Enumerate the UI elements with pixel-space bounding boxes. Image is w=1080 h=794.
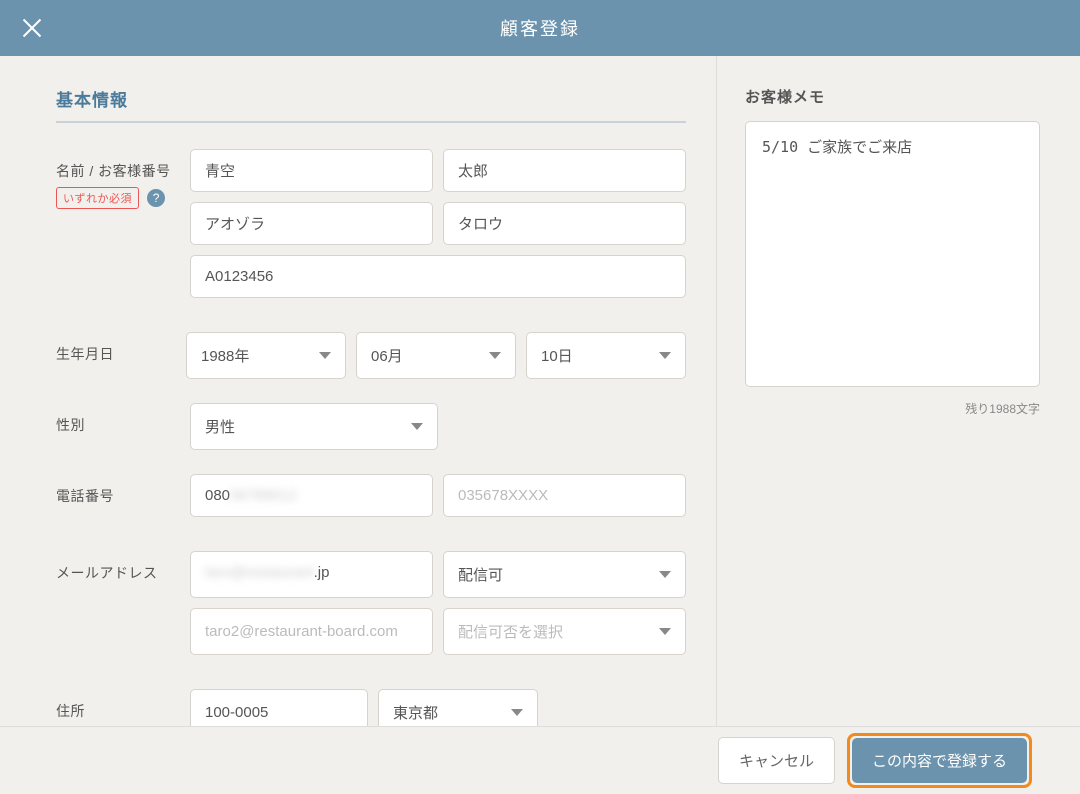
delivery1-value: 配信可 <box>458 564 503 585</box>
select-prefecture[interactable]: 東京都 <box>378 689 538 726</box>
close-icon[interactable] <box>20 16 44 40</box>
label-birthdate: 生年月日 <box>56 332 186 379</box>
right-panel: お客様メモ 残り1988文字 <box>716 56 1080 726</box>
caret-down-icon <box>319 352 331 359</box>
email1-blurred: taro@restaurant <box>205 564 314 581</box>
email1-suffix: .jp <box>314 564 330 581</box>
row-gender: 性別 男性 <box>56 403 686 450</box>
birth-day-value: 10日 <box>541 345 573 366</box>
input-last-kana[interactable] <box>190 202 433 245</box>
pref-value: 東京都 <box>393 702 438 723</box>
input-postal[interactable] <box>190 689 368 726</box>
phone-mobile-blurred: 06789012 <box>230 487 297 504</box>
select-birth-day[interactable]: 10日 <box>526 332 686 379</box>
caret-down-icon <box>659 628 671 635</box>
memo-textarea[interactable] <box>745 121 1040 387</box>
submit-button[interactable]: この内容で登録する <box>852 738 1027 783</box>
gender-value: 男性 <box>205 416 235 437</box>
delivery2-ph: 配信可否を選択 <box>458 621 563 642</box>
row-email: メールアドレス taro@restaurant.jp 配信可 配信可否を選択 <box>56 551 686 665</box>
label-address: 住所 <box>56 689 190 726</box>
birth-month-value: 06月 <box>371 345 403 366</box>
row-name: 名前 / お客様番号 いずれか必須 ? <box>56 149 686 308</box>
cancel-button[interactable]: キャンセル <box>718 737 835 784</box>
select-birth-month[interactable]: 06月 <box>356 332 516 379</box>
modal-header: 顧客登録 <box>0 0 1080 56</box>
label-phone: 電話番号 <box>56 474 190 527</box>
content-area: 基本情報 名前 / お客様番号 いずれか必須 ? <box>0 56 1080 726</box>
help-icon[interactable]: ? <box>147 189 165 207</box>
required-badge: いずれか必須 <box>56 187 139 209</box>
select-delivery-1[interactable]: 配信可 <box>443 551 686 598</box>
select-gender[interactable]: 男性 <box>190 403 438 450</box>
label-name-text: 名前 / お客様番号 <box>56 163 171 179</box>
caret-down-icon <box>411 423 423 430</box>
left-panel: 基本情報 名前 / お客様番号 いずれか必須 ? <box>0 56 716 726</box>
submit-highlight: この内容で登録する <box>847 733 1032 788</box>
input-customer-no[interactable] <box>190 255 686 298</box>
caret-down-icon <box>489 352 501 359</box>
input-first-kana[interactable] <box>443 202 686 245</box>
section-basic-title: 基本情報 <box>56 86 686 123</box>
input-email-2[interactable] <box>190 608 433 655</box>
memo-counter: 残り1988文字 <box>745 400 1040 417</box>
label-gender: 性別 <box>56 403 190 450</box>
row-address: 住所 東京都 <box>56 689 686 726</box>
footer: キャンセル この内容で登録する <box>0 726 1080 794</box>
input-phone-landline[interactable] <box>443 474 686 517</box>
caret-down-icon <box>659 352 671 359</box>
select-delivery-2[interactable]: 配信可否を選択 <box>443 608 686 655</box>
select-birth-year[interactable]: 1988年 <box>186 332 346 379</box>
caret-down-icon <box>659 571 671 578</box>
row-birthdate: 生年月日 1988年 06月 10日 <box>56 332 686 379</box>
input-last-name[interactable] <box>190 149 433 192</box>
input-email-1[interactable]: taro@restaurant.jp <box>190 551 433 598</box>
input-first-name[interactable] <box>443 149 686 192</box>
birth-year-value: 1988年 <box>201 345 249 366</box>
label-email: メールアドレス <box>56 551 190 665</box>
phone-mobile-prefix: 080 <box>205 487 230 504</box>
section-memo-title: お客様メモ <box>745 86 1040 107</box>
label-name: 名前 / お客様番号 いずれか必須 ? <box>56 149 190 308</box>
modal-title: 顧客登録 <box>500 15 580 41</box>
row-phone: 電話番号 08006789012 <box>56 474 686 527</box>
input-phone-mobile[interactable]: 08006789012 <box>190 474 433 517</box>
caret-down-icon <box>511 709 523 716</box>
